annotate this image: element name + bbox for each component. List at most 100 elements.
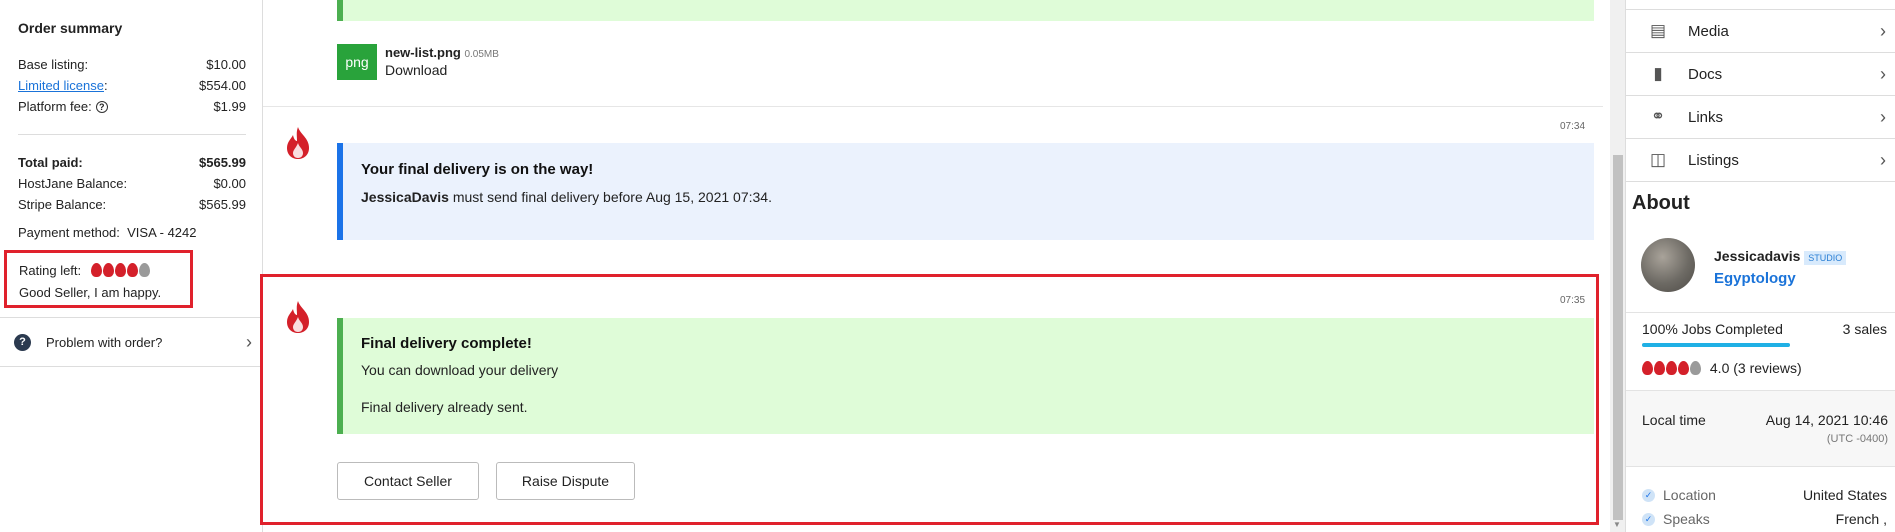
hostjane-balance-value: $0.00 <box>213 176 246 191</box>
base-listing-label: Base listing: <box>18 57 89 72</box>
check-icon: ✓ <box>1642 488 1655 502</box>
total-paid-value: $565.99 <box>199 155 246 170</box>
flame-rating-icon <box>1678 361 1689 375</box>
listings-icon: ◫ <box>1649 150 1667 169</box>
avatar[interactable] <box>1641 238 1695 292</box>
stripe-balance-row: Stripe Balance: $565.99 <box>18 197 246 212</box>
platform-fee-row: Platform fee:? $1.99 <box>18 99 246 114</box>
seller-name-row: Jessicadavis STUDIO <box>1714 248 1847 265</box>
local-time-value: Aug 14, 2021 10:46 <box>1765 412 1888 428</box>
chevron-right-icon: › <box>1880 63 1886 84</box>
jobs-completed: 100% Jobs Completed <box>1642 321 1783 337</box>
chevron-right-icon: › <box>246 331 252 352</box>
rating-left-row: Rating left: <box>19 263 151 278</box>
attachment-size: 0.05MB <box>464 49 499 60</box>
help-icon[interactable]: ? <box>95 101 108 113</box>
location-label: Location <box>1663 487 1716 503</box>
license-row: Limited license: $554.00 <box>18 78 246 93</box>
base-listing-value: $10.00 <box>206 57 246 72</box>
speaks-row: ✓ Speaks <box>1642 511 1710 527</box>
message-text: You can download your delivery <box>361 362 559 378</box>
message-time: 07:34 <box>1560 121 1586 132</box>
previous-message <box>337 0 1594 21</box>
message-time: 07:35 <box>1560 295 1586 306</box>
flame-rating-icon <box>1642 361 1653 375</box>
scrollbar[interactable]: ▼ <box>1610 0 1625 532</box>
flame-rating-icon <box>1690 361 1701 375</box>
rating-comment: Good Seller, I am happy. <box>19 285 162 300</box>
chevron-right-icon: › <box>1880 20 1886 41</box>
attachment-info: new-list.png 0.05MB <box>385 45 499 60</box>
rating-text: 4.0 (3 reviews) <box>1709 360 1802 376</box>
download-link[interactable]: Download <box>385 62 447 78</box>
flame-avatar-icon <box>287 301 309 333</box>
sales-count: 3 sales <box>1842 321 1887 337</box>
sidebar-item-docs[interactable]: ▮ Docs › <box>1626 53 1895 96</box>
flame-rating-icon <box>114 263 126 277</box>
question-icon: ? <box>14 333 31 351</box>
chevron-right-icon: › <box>1880 149 1886 170</box>
image-icon: ▤ <box>1649 21 1667 40</box>
png-file-icon: png <box>337 44 377 80</box>
contact-seller-button[interactable]: Contact Seller <box>337 462 479 500</box>
scroll-down-arrow[interactable]: ▼ <box>1613 520 1621 529</box>
seller-rating-row: 4.0 (3 reviews) <box>1642 360 1802 376</box>
payment-method: Payment method: VISA - 4242 <box>18 225 197 240</box>
platform-fee-value: $1.99 <box>213 99 246 114</box>
flame-rating-icon <box>138 263 150 277</box>
menu-top-edge <box>1626 0 1895 10</box>
rating-flames <box>1642 360 1702 376</box>
jobs-progress-track <box>1642 343 1790 347</box>
location-value: United States <box>1802 487 1887 503</box>
about-title: About <box>1632 192 1690 214</box>
sidebar-item-links[interactable]: ⚭ Links › <box>1626 96 1895 139</box>
chevron-right-icon: › <box>1880 106 1886 127</box>
seller-sidebar: ▤ Media › ▮ Docs › ⚭ Links › ◫ Listings … <box>1625 0 1895 532</box>
sidebar-item-listings[interactable]: ◫ Listings › <box>1626 139 1895 182</box>
flame-rating-icon <box>126 263 138 277</box>
final-delivery-on-way-message: Your final delivery is on the way! Jessi… <box>337 143 1594 240</box>
speaks-label: Speaks <box>1663 511 1710 527</box>
local-time-label: Local time <box>1642 412 1706 428</box>
total-paid-label: Total paid: <box>18 155 83 170</box>
stripe-balance-value: $565.99 <box>199 197 246 212</box>
scrollbar-thumb[interactable] <box>1613 155 1623 520</box>
sidebar-item-media[interactable]: ▤ Media › <box>1626 10 1895 53</box>
attachment-name: new-list.png <box>385 45 461 60</box>
order-summary-panel: Order summary Base listing: $10.00 Limit… <box>0 0 263 532</box>
jobs-progress-bar <box>1642 343 1790 347</box>
check-icon: ✓ <box>1642 512 1655 526</box>
flame-rating-icon <box>102 263 114 277</box>
rating-flames <box>90 263 151 278</box>
total-paid-row: Total paid: $565.99 <box>18 155 246 170</box>
problem-with-order-button[interactable]: ? Problem with order? › <box>0 317 262 367</box>
rating-left-label: Rating left: <box>19 263 82 278</box>
license-colon: : <box>104 78 108 93</box>
location-row: ✓ Location <box>1642 487 1716 503</box>
seller-name[interactable]: Jessicadavis <box>1714 248 1800 264</box>
message-text: Final delivery already sent. <box>361 399 528 415</box>
message-text: JessicaDavis must send final delivery be… <box>361 189 772 205</box>
flame-avatar-icon <box>287 127 309 159</box>
username: JessicaDavis <box>361 189 449 205</box>
message-title: Final delivery complete! <box>361 335 532 352</box>
final-delivery-complete-message: Final delivery complete! You can downloa… <box>337 318 1594 434</box>
message-thread: png new-list.png 0.05MB Download 07:34 Y… <box>260 0 1603 532</box>
flame-rating-icon <box>1666 361 1677 375</box>
rating-highlight-box: Rating left: Good Seller, I am happy. <box>4 250 193 308</box>
divider <box>263 106 1603 107</box>
timezone: (UTC -0400) <box>1826 433 1888 445</box>
divider <box>1626 312 1895 313</box>
hostjane-balance-label: HostJane Balance: <box>18 176 128 191</box>
problem-label: Problem with order? <box>46 334 163 350</box>
limited-license-link[interactable]: Limited license <box>18 78 104 93</box>
base-listing-row: Base listing: $10.00 <box>18 57 246 72</box>
divider <box>18 134 246 135</box>
local-time-section: Local time Aug 14, 2021 10:46 (UTC -0400… <box>1626 390 1895 467</box>
seller-category-link[interactable]: Egyptology <box>1714 270 1796 287</box>
stripe-balance-label: Stripe Balance: <box>18 197 107 212</box>
hostjane-balance-row: HostJane Balance: $0.00 <box>18 176 246 191</box>
raise-dispute-button[interactable]: Raise Dispute <box>496 462 635 500</box>
platform-fee-label: Platform fee: <box>18 99 92 114</box>
flame-rating-icon <box>1654 361 1665 375</box>
